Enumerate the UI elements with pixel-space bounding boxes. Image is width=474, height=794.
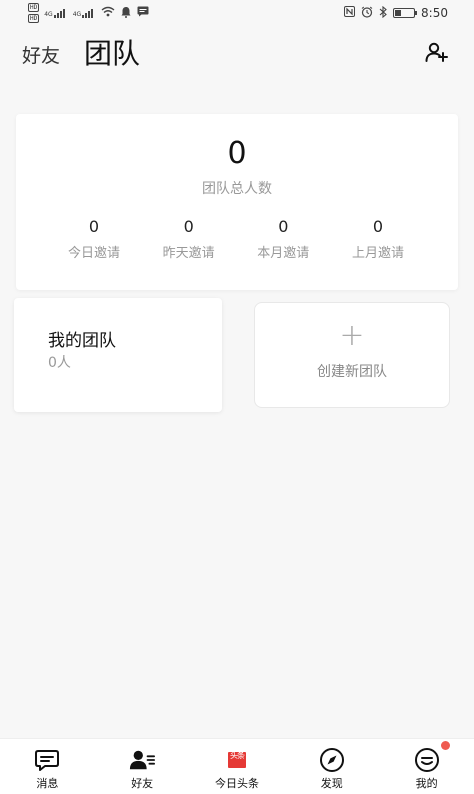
battery-icon — [393, 8, 418, 18]
tab-team[interactable]: 团队 — [84, 32, 140, 80]
create-team-button[interactable]: + 创建新团队 — [254, 302, 450, 408]
stat-today: 0 今日邀请 — [54, 216, 134, 261]
compass-icon — [319, 747, 345, 773]
my-team-count: 0人 — [48, 355, 71, 371]
tabbar-item-profile[interactable]: 我的 — [379, 739, 474, 794]
bluetooth-icon — [379, 5, 387, 21]
tabbar-item-toutiao[interactable]: 头条 今日头条 — [190, 739, 285, 794]
status-bar-left: HD HD 4G 4G — [28, 3, 149, 23]
add-friend-button[interactable] — [424, 40, 450, 66]
team-total-label: 团队总人数 — [202, 181, 272, 197]
status-bar-right: 8:50 — [344, 5, 448, 21]
plus-icon: + — [339, 318, 365, 353]
tabbar-item-discover[interactable]: 发现 — [284, 739, 379, 794]
tabbar-label: 消息 — [36, 777, 59, 790]
sim2-badge: HD — [28, 14, 40, 23]
message-notification-icon — [137, 6, 149, 20]
tabbar-item-messages[interactable]: 消息 — [0, 739, 95, 794]
profile-icon — [414, 747, 440, 773]
alarm-icon — [361, 6, 373, 21]
tabbar-label: 发现 — [320, 777, 343, 790]
create-team-label: 创建新团队 — [317, 364, 387, 380]
stat-value: 0 — [372, 217, 384, 236]
stat-label: 昨天邀请 — [162, 246, 215, 261]
signal2-icon: 4G — [73, 8, 96, 18]
tabbar-item-friends[interactable]: 好友 — [95, 739, 190, 794]
nfc-icon — [344, 6, 356, 20]
message-icon — [34, 747, 60, 773]
stat-last-month: 0 上月邀请 — [338, 216, 418, 261]
friends-icon — [129, 747, 156, 773]
my-team-title: 我的团队 — [48, 331, 116, 351]
bottom-tab-bar: 消息 好友 头条 今日头条 发现 我的 — [0, 738, 474, 794]
network1-label: 4G — [44, 11, 53, 18]
stat-value: 0 — [183, 217, 194, 236]
stat-label: 今日邀请 — [67, 246, 120, 261]
team-total-count: 0 — [227, 136, 247, 171]
stat-value: 0 — [88, 217, 100, 236]
invite-stats-row: 0 今日邀请 0 昨天邀请 0 本月邀请 0 上月邀请 — [54, 216, 418, 261]
tab-friends[interactable]: 好友 — [22, 41, 60, 80]
stat-this-month: 0 本月邀请 — [243, 216, 323, 261]
stat-label: 本月邀请 — [257, 246, 310, 261]
wifi-icon — [101, 6, 115, 20]
signal1-icon: 4G — [44, 8, 67, 18]
status-bar: HD HD 4G 4G 8:50 — [0, 0, 474, 26]
battery-level — [395, 10, 402, 16]
tabbar-label: 我的 — [415, 777, 438, 790]
sim1-badge: HD — [28, 3, 40, 12]
tabbar-label: 好友 — [131, 777, 154, 790]
team-summary-card: 0 团队总人数 0 今日邀请 0 昨天邀请 0 本月邀请 0 上月邀请 — [16, 114, 458, 290]
network2-label: 4G — [72, 11, 82, 18]
add-user-icon — [425, 42, 448, 62]
toutiao-icon: 头条 — [224, 747, 250, 773]
notification-dot — [440, 741, 450, 750]
my-team-card[interactable]: 我的团队 0人 — [14, 298, 222, 412]
stat-value: 0 — [278, 217, 289, 236]
status-time: 8:50 — [421, 6, 448, 20]
stat-label: 上月邀请 — [351, 246, 404, 261]
sim-indicators: HD HD — [28, 3, 40, 23]
page-header: 好友 团队 — [0, 30, 474, 80]
stat-yesterday: 0 昨天邀请 — [149, 216, 229, 261]
notification-bell-icon — [120, 6, 132, 21]
toutiao-logo: 头条 — [227, 752, 246, 768]
tabbar-label: 今日头条 — [214, 777, 259, 790]
